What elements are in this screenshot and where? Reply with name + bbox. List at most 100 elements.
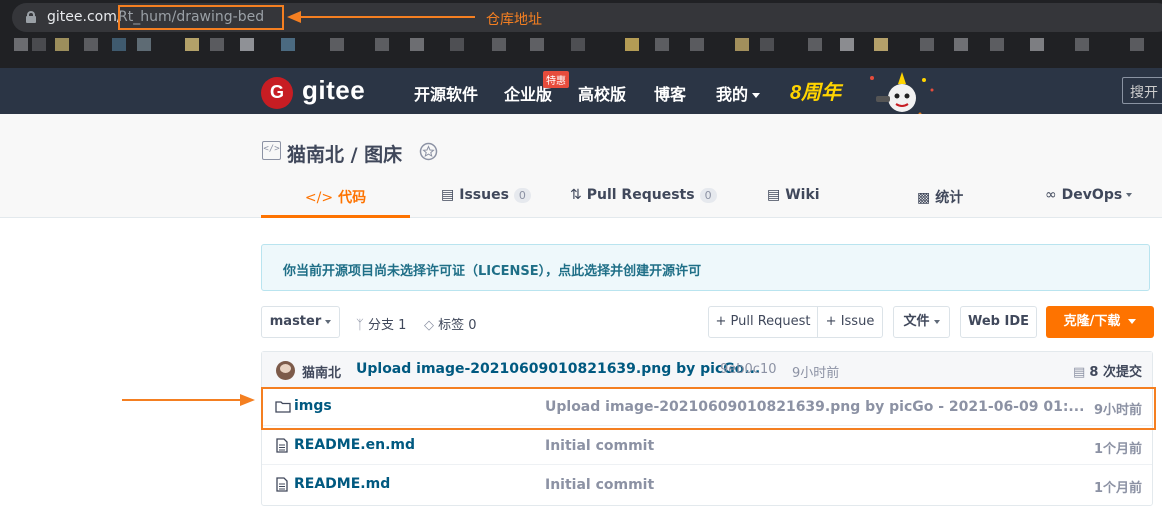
tab-devops-label: DevOps [1061,187,1123,203]
file-commit-message[interactable]: Initial commit [545,438,654,454]
tags-count: 标签 0 [438,318,477,333]
nav-open-source[interactable]: 开源软件 [414,81,478,105]
url-host[interactable]: gitee.com/ [47,9,122,25]
chevron-down-icon [752,93,761,98]
license-notice[interactable]: 你当前开源项目尚未选择许可证（LICENSE），点此选择并创建开源许可 [261,244,1150,291]
commit-message[interactable]: Upload image-20210609010821639.png by pi… [356,361,760,377]
blurred-bookmark [1030,38,1044,51]
blurred-bookmark [735,38,749,51]
blurred-bookmark [954,38,968,51]
web-ide-button[interactable]: Web IDE [960,306,1037,338]
recommend-badge-icon[interactable] [418,141,439,162]
new-issue-button[interactable]: + Issue [817,306,883,338]
pull-request-icon: ⇅ [570,187,582,203]
url-highlight-box [118,5,284,30]
stats-icon: ▩ [917,190,931,206]
tab-issues-label: Issues [459,187,509,203]
web-ide-label: Web IDE [967,314,1030,329]
blurred-bookmark [330,38,344,51]
blurred-bookmark [55,38,69,51]
nav-blog[interactable]: 博客 [654,81,686,105]
blurred-bookmark [410,38,424,51]
file-time: 1个月前 [1093,481,1142,496]
branch-name: master [269,314,322,329]
logo-text[interactable]: gitee [302,75,365,106]
blurred-bookmark [281,38,295,51]
new-pull-request-button[interactable]: + Pull Request [708,306,818,338]
file-commit-message[interactable]: Initial commit [545,477,654,493]
file-name[interactable]: README.en.md [294,437,415,453]
blurred-bookmark [210,38,224,51]
blurred-bookmark [32,38,46,51]
branch-icon: ᛉ [356,318,364,333]
file-icon [276,477,288,492]
branches-count: 分支 1 [367,318,407,333]
blurred-bookmark [112,38,126,51]
last-commit-row: 猫南北 Upload image-20210609010821639.png b… [262,352,1152,388]
tab-pull-requests[interactable]: ⇅ Pull Requests 0 [570,187,717,218]
blurred-bookmark [920,38,934,51]
commit-time: 9小时前 [792,366,840,381]
tab-wiki[interactable]: ▤ Wiki [767,187,820,218]
blurred-bookmark [655,38,669,51]
commit-count-link[interactable]: ▤ 8 次提交 [1073,361,1142,380]
code-icon: </> [304,190,334,206]
issues-icon: ▤ [441,187,455,203]
new-issue-label: + Issue [825,314,875,329]
tab-wiki-label: Wiki [785,187,820,203]
clone-download-button[interactable]: 克隆/下载 [1046,306,1154,338]
annotation-arrow-left-icon [287,11,475,23]
tags-link[interactable]: ◇ 标签 0 [424,314,477,333]
blurred-bookmark [137,38,151,51]
folder-row-highlight-box [261,387,1156,430]
issues-count: 0 [513,188,531,203]
blurred-bookmark [874,38,888,51]
annotation-label: 仓库地址 [486,12,542,28]
commit-hash[interactable]: 9eb0c10 [720,362,776,377]
file-menu-button[interactable]: 文件 [893,306,950,338]
blurred-bookmark [690,38,704,51]
blurred-bookmark [808,38,822,51]
tab-pull-requests-label: Pull Requests [586,187,695,203]
blurred-bookmark [84,38,98,51]
blurred-bookmark [1130,38,1144,51]
blurred-bookmark [530,38,544,51]
tab-stats[interactable]: ▩ 统计 [917,187,963,218]
clone-download-label: 克隆/下载 [1063,314,1121,329]
commit-author[interactable]: 猫南北 [302,362,341,381]
blurred-bookmark [14,38,28,51]
new-pull-request-label: + Pull Request [715,314,811,329]
nav-education[interactable]: 高校版 [578,81,626,105]
blurred-bookmark [571,38,585,51]
tab-code[interactable]: </> 代码 [261,187,410,218]
branches-link[interactable]: ᛉ 分支 1 [356,314,406,333]
anniversary-banner[interactable]: 8周年 [790,76,841,105]
branch-select[interactable]: master [261,306,340,338]
chevron-down-icon [1128,319,1137,324]
repo-title[interactable]: 猫南北 / 图床 [287,140,402,167]
blurred-bookmark [492,38,506,51]
blurred-bookmark [990,38,1004,51]
blurred-bookmark [760,38,774,51]
search-input[interactable]: 搜开 [1122,77,1162,104]
tab-issues[interactable]: ▤ Issues 0 [441,187,531,218]
avatar[interactable] [276,361,295,380]
file-name[interactable]: README.md [294,476,390,492]
blurred-bookmark [450,38,464,51]
file-menu-label: 文件 [903,314,930,329]
annotation-arrow-right-icon [122,394,255,406]
tag-icon: ◇ [424,318,434,333]
tab-devops[interactable]: ∞ DevOps [1045,187,1133,218]
nav-mine[interactable]: 我的 [716,81,761,105]
blurred-bookmark [840,38,854,51]
gitee-logo-glyph: G [269,82,284,102]
commits-icon: ▤ [1072,365,1086,380]
table-row[interactable]: README.en.md Initial commit 1个月前 [262,427,1152,465]
blurred-bookmark [1075,38,1089,51]
commit-count: 8 次提交 [1089,365,1142,380]
license-notice-text: 你当前开源项目尚未选择许可证（LICENSE），点此选择并创建开源许可 [283,264,702,279]
table-row[interactable]: README.md Initial commit 1个月前 [262,466,1152,504]
nav-mine-label: 我的 [716,85,749,104]
file-time: 1个月前 [1093,442,1142,457]
lock-icon[interactable] [26,11,36,23]
